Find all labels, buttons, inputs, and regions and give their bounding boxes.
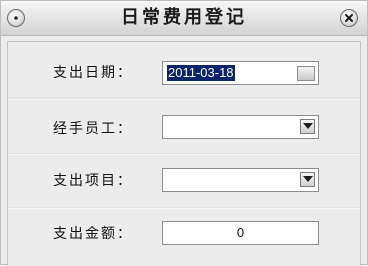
chevron-down-icon [303, 123, 313, 129]
handler-label: 经手员工： [53, 121, 133, 137]
close-button[interactable] [340, 9, 358, 27]
item-label: 支出项目： [53, 173, 133, 189]
form-panel: 支出日期： 2011-03-18 经手员工： 支出项目： 支出金额： 0 [7, 41, 361, 266]
amount-field[interactable]: 0 [162, 221, 319, 245]
handler-dropdown-button[interactable] [300, 119, 315, 134]
row-divider [8, 153, 360, 155]
row-divider [8, 207, 360, 209]
window-title: 日常费用登记 [121, 7, 247, 28]
title-bar[interactable]: 日常费用登记 [1, 1, 367, 36]
amount-label: 支出金额： [53, 226, 133, 242]
item-dropdown-button[interactable] [300, 172, 315, 187]
handler-select[interactable] [162, 115, 319, 139]
amount-value[interactable]: 0 [163, 222, 318, 244]
calendar-icon[interactable] [297, 66, 315, 81]
item-select[interactable] [162, 168, 319, 192]
date-field[interactable]: 2011-03-18 [162, 61, 319, 85]
expense-dialog: 日常费用登记 支出日期： 2011-03-18 经手员工： 支出项目： 支出金额… [0, 0, 368, 266]
close-icon [345, 14, 353, 22]
row-divider [8, 98, 360, 100]
chevron-down-icon [303, 176, 313, 182]
date-value[interactable]: 2011-03-18 [167, 65, 235, 81]
date-label: 支出日期： [53, 65, 133, 81]
